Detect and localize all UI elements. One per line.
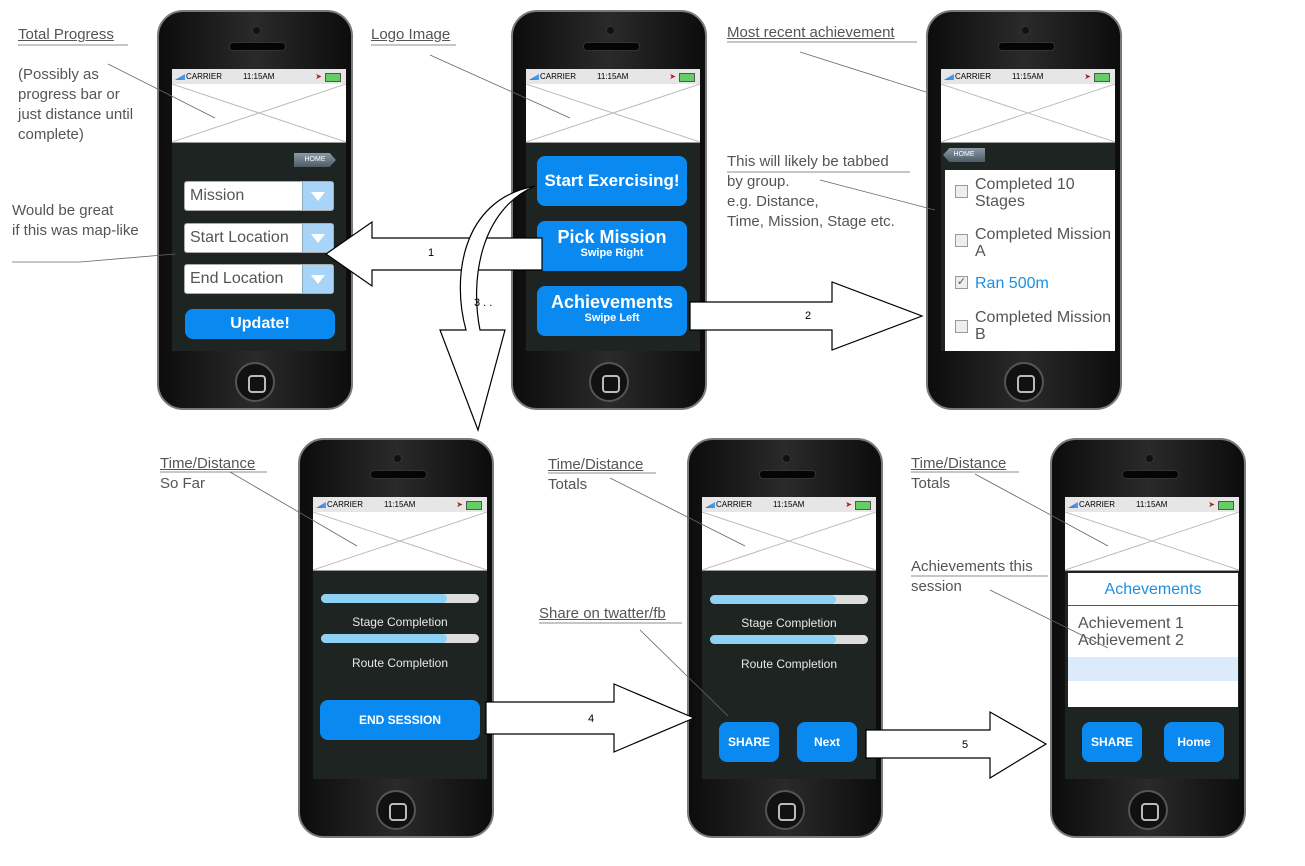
arrow-3-label: 3 . . [474, 297, 492, 309]
callout-line [819, 179, 936, 211]
flow-overlay: 1 2 3 . . 4 5 [12, 41, 1109, 780]
callout-line [799, 51, 927, 93]
callout-line [229, 471, 358, 547]
callout-line [429, 54, 571, 119]
arrow-2-label: 2 [805, 310, 811, 322]
callout-line [989, 589, 1109, 649]
arrow-5-shape [865, 710, 1048, 780]
callout-line [79, 253, 176, 263]
callout-line [609, 477, 746, 547]
callout-line [107, 63, 216, 119]
arrow-1-label: 1 [428, 247, 434, 259]
arrow-4-label: 4 [588, 713, 594, 725]
callout-line [974, 473, 1109, 547]
arrow-5-label: 5 [962, 739, 968, 751]
